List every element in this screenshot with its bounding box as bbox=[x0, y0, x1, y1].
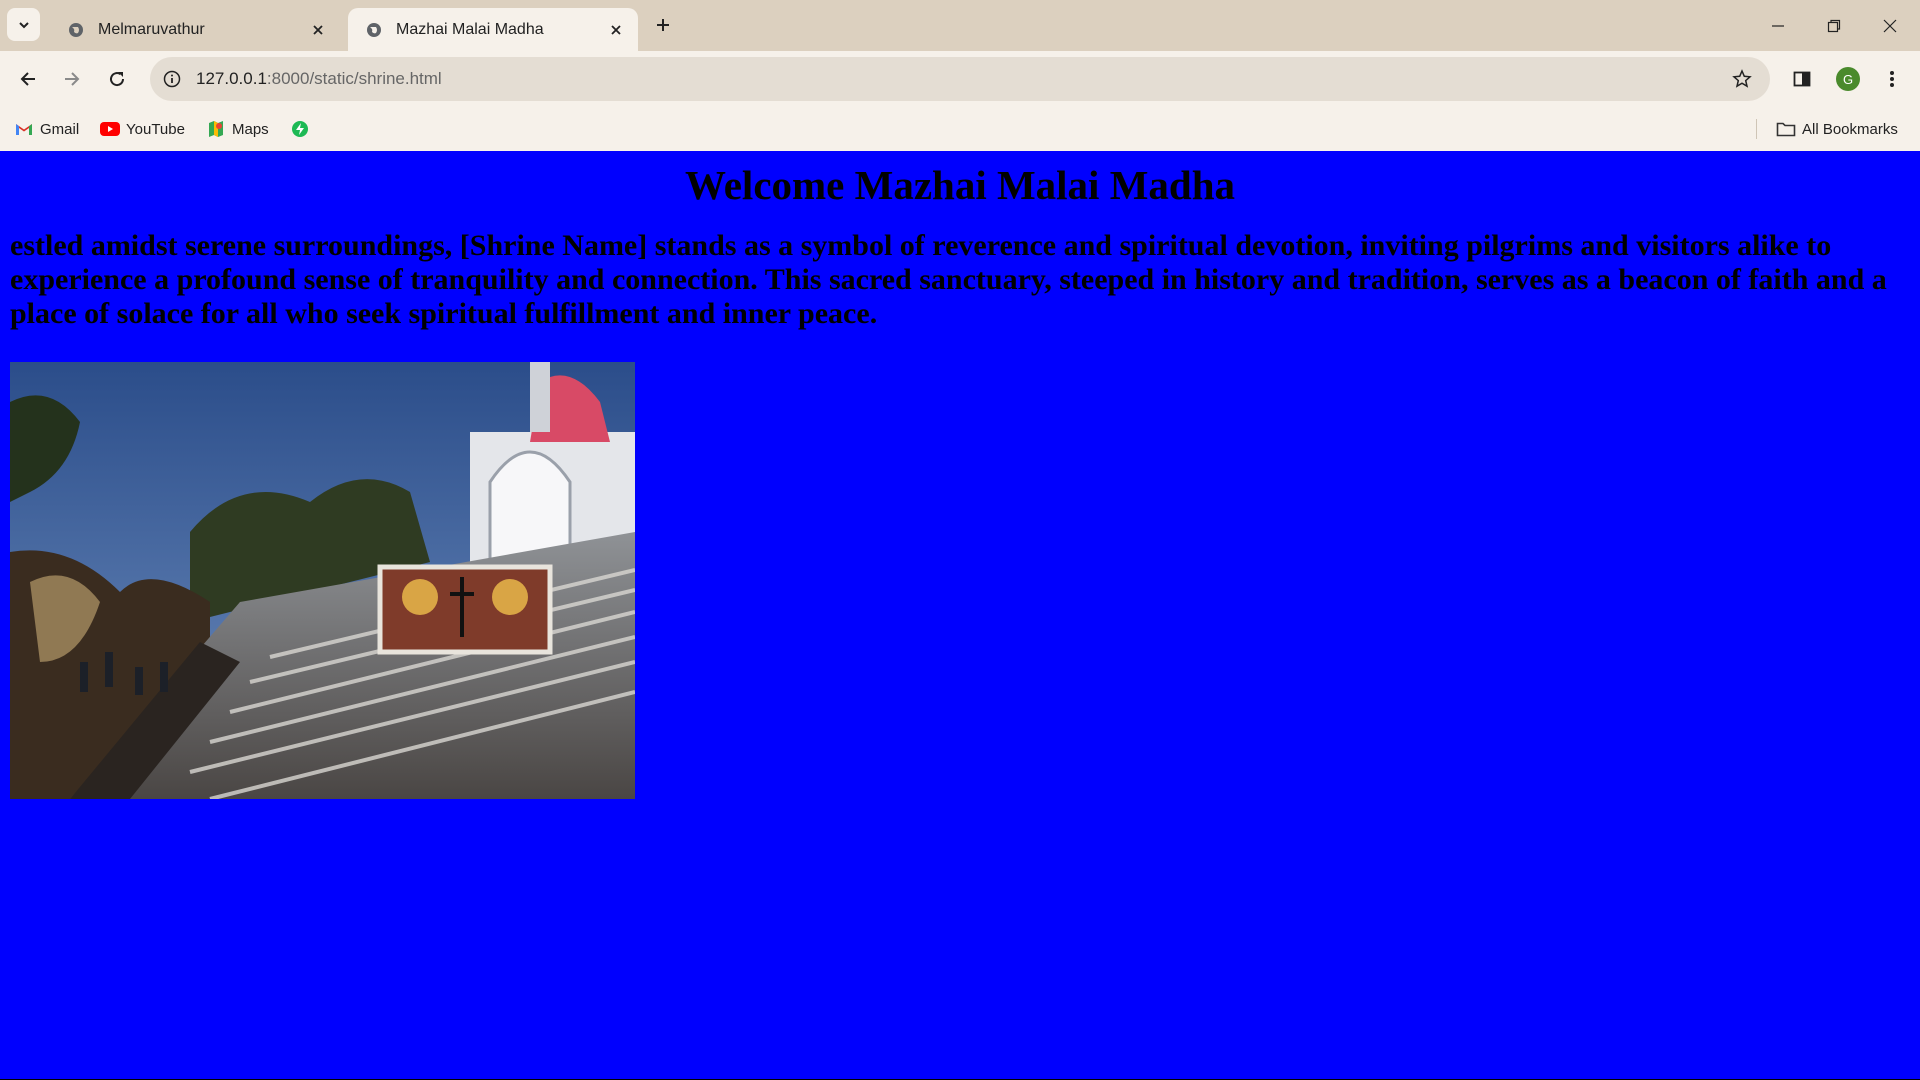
tab-title: Mazhai Malai Madha bbox=[396, 20, 544, 38]
globe-icon bbox=[69, 22, 83, 37]
bookmark-youtube[interactable]: YouTube bbox=[100, 117, 185, 141]
tab-melmaruvathur[interactable]: Melmaruvathur bbox=[50, 8, 340, 51]
shrine-photo bbox=[10, 362, 635, 799]
bookmarks-bar: Gmail YouTube Maps All Bookmarks bbox=[0, 107, 1920, 152]
folder-icon bbox=[1776, 121, 1796, 137]
menu-button[interactable] bbox=[1876, 63, 1908, 95]
close-window-button[interactable] bbox=[1862, 0, 1918, 51]
maps-icon bbox=[206, 121, 226, 137]
close-icon bbox=[1883, 19, 1897, 32]
bookmarks-divider bbox=[1756, 119, 1757, 139]
extension-icon bbox=[290, 121, 310, 137]
arrow-right-icon bbox=[65, 72, 80, 86]
close-icon[interactable] bbox=[606, 20, 626, 40]
page-viewport: Welcome Mazhai Malai Madha estled amidst… bbox=[0, 151, 1920, 1079]
browser-toolbar: 127.0.0.1:8000/static/shrine.html G bbox=[0, 51, 1920, 107]
all-bookmarks-button[interactable]: All Bookmarks bbox=[1776, 117, 1898, 141]
bookmark-extension[interactable] bbox=[290, 117, 316, 141]
restore-button[interactable] bbox=[1806, 0, 1862, 51]
arrow-left-icon bbox=[20, 72, 35, 86]
tab-search-button[interactable] bbox=[7, 8, 40, 41]
reload-icon bbox=[110, 72, 125, 87]
avatar: G bbox=[1836, 67, 1860, 91]
tab-strip: Melmaruvathur Mazhai Malai Madha bbox=[0, 0, 1920, 51]
bookmark-star-icon[interactable] bbox=[1726, 63, 1758, 95]
chevron-down-icon bbox=[18, 21, 29, 28]
forward-button[interactable] bbox=[56, 63, 88, 95]
close-icon[interactable] bbox=[308, 20, 328, 40]
minimize-button[interactable] bbox=[1750, 0, 1806, 51]
all-bookmarks-label: All Bookmarks bbox=[1802, 120, 1898, 138]
page-description: estled amidst serene surroundings, [Shri… bbox=[10, 229, 1887, 330]
bookmark-label: Gmail bbox=[40, 120, 80, 138]
bookmark-gmail[interactable]: Gmail bbox=[14, 117, 79, 141]
reload-button[interactable] bbox=[101, 63, 133, 95]
site-info-icon[interactable] bbox=[158, 65, 186, 93]
url-text[interactable]: 127.0.0.1:8000/static/shrine.html bbox=[196, 69, 1726, 89]
tab-mazhai-malai-madha[interactable]: Mazhai Malai Madha bbox=[348, 8, 638, 51]
side-panel-button[interactable] bbox=[1786, 63, 1818, 95]
more-vertical-icon bbox=[1890, 71, 1894, 87]
youtube-icon bbox=[100, 121, 120, 137]
gmail-icon bbox=[14, 121, 34, 137]
minimize-icon bbox=[1772, 24, 1784, 27]
back-button[interactable] bbox=[12, 63, 44, 95]
bookmark-label: YouTube bbox=[126, 120, 185, 138]
new-tab-button[interactable] bbox=[650, 12, 676, 38]
page-title: Welcome Mazhai Malai Madha bbox=[685, 162, 1235, 208]
tab-title: Melmaruvathur bbox=[98, 20, 205, 38]
bookmark-label: Maps bbox=[232, 120, 269, 138]
profile-button[interactable]: G bbox=[1832, 63, 1864, 95]
address-bar[interactable]: 127.0.0.1:8000/static/shrine.html bbox=[150, 57, 1770, 101]
restore-icon bbox=[1827, 19, 1841, 32]
url-host: 127.0.0.1 bbox=[196, 69, 267, 88]
url-path: :8000/static/shrine.html bbox=[266, 69, 442, 88]
side-panel-icon bbox=[1793, 71, 1811, 87]
globe-icon bbox=[367, 22, 381, 37]
bookmark-maps[interactable]: Maps bbox=[206, 117, 269, 141]
plus-icon bbox=[657, 19, 669, 31]
